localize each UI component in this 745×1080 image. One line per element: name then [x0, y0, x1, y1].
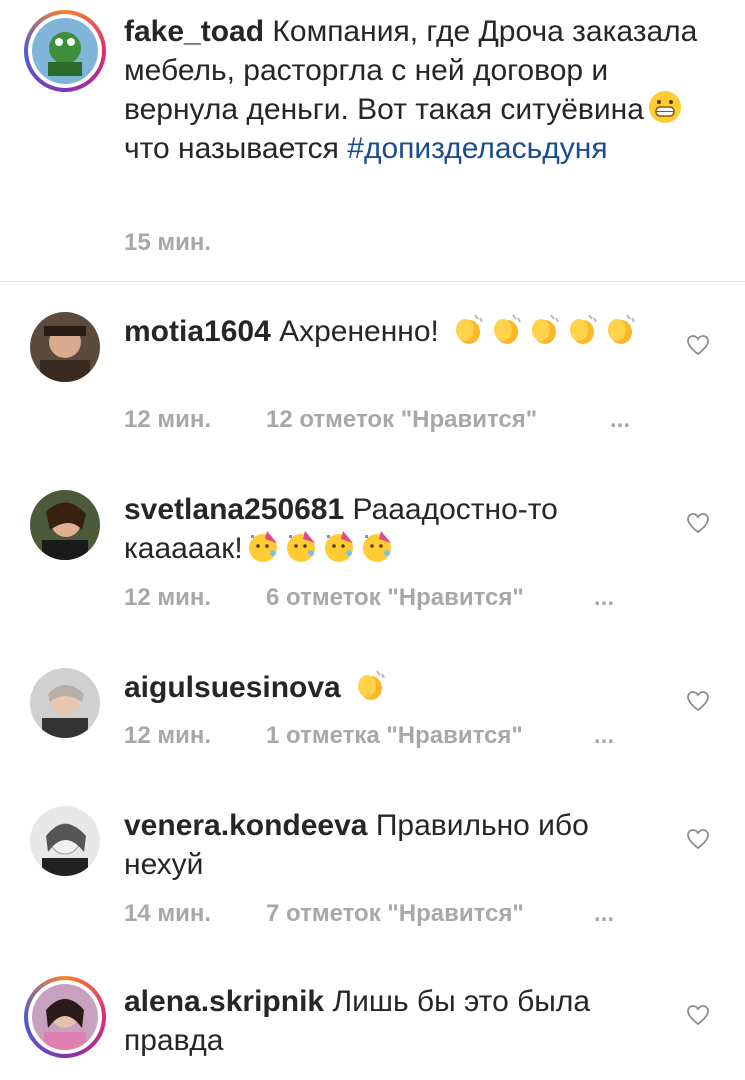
like-heart-icon[interactable] [686, 1004, 710, 1026]
username[interactable]: aigulsuesinova [124, 671, 341, 704]
avatar[interactable] [30, 668, 100, 738]
username[interactable]: venera.kondeeva [124, 809, 367, 842]
partying-face-emoji [324, 531, 353, 562]
emoji-row [447, 314, 637, 348]
more-options-button[interactable]: ... [610, 406, 630, 434]
clapping-hands-emoji [494, 314, 522, 344]
avatar[interactable] [30, 312, 100, 382]
username[interactable]: alena.skripnik [124, 985, 324, 1018]
more-options-button[interactable]: ... [594, 584, 614, 612]
like-heart-icon[interactable] [686, 334, 710, 356]
username[interactable]: motia1604 [124, 315, 271, 348]
clapping-hands-emoji [456, 314, 484, 344]
partying-face-emoji [248, 531, 277, 562]
avatar[interactable] [32, 984, 98, 1050]
emoji-row [243, 531, 395, 565]
username[interactable]: fake_toad [124, 15, 264, 48]
clapping-hands-emoji [570, 314, 598, 344]
likes-count[interactable]: 6 отметок "Нравится" [266, 584, 524, 612]
more-options-button[interactable]: ... [594, 722, 614, 750]
like-heart-icon[interactable] [686, 690, 710, 712]
avatar[interactable] [30, 490, 100, 560]
avatar[interactable] [30, 806, 100, 876]
partying-face-emoji [362, 531, 391, 562]
likes-count[interactable]: 7 отметок "Нравится" [266, 900, 524, 928]
clapping-hands-emoji [608, 314, 636, 344]
more-options-button[interactable]: ... [594, 900, 614, 928]
divider [0, 281, 745, 282]
caption: fake_toad Компания, где Дроча заказала м… [0, 0, 745, 282]
clapping-hands-emoji [358, 670, 385, 700]
grinning-face-emoji [648, 91, 681, 123]
timestamp: 15 мин. [124, 229, 212, 256]
comment-text: Ахрененно! [279, 315, 439, 348]
likes-count[interactable]: 1 отметка "Нравится" [266, 722, 523, 750]
caption-text: fake_toad Компания, где Дроча заказала м… [124, 12, 714, 168]
caption-body-end: что называется [124, 132, 339, 165]
clapping-hands-emoji [532, 314, 560, 344]
avatar[interactable] [32, 18, 98, 84]
timestamp: 12 мин. [124, 584, 212, 611]
timestamp: 14 мин. [124, 900, 212, 927]
timestamp: 12 мин. [124, 406, 212, 433]
hashtag-link[interactable]: #допизделасьдуня [347, 132, 607, 165]
like-heart-icon[interactable] [686, 512, 710, 534]
likes-count[interactable]: 12 отметок "Нравится" [266, 406, 537, 434]
partying-face-emoji [286, 531, 315, 562]
timestamp: 12 мин. [124, 722, 212, 749]
username[interactable]: svetlana250681 [124, 493, 344, 526]
like-heart-icon[interactable] [686, 828, 710, 850]
